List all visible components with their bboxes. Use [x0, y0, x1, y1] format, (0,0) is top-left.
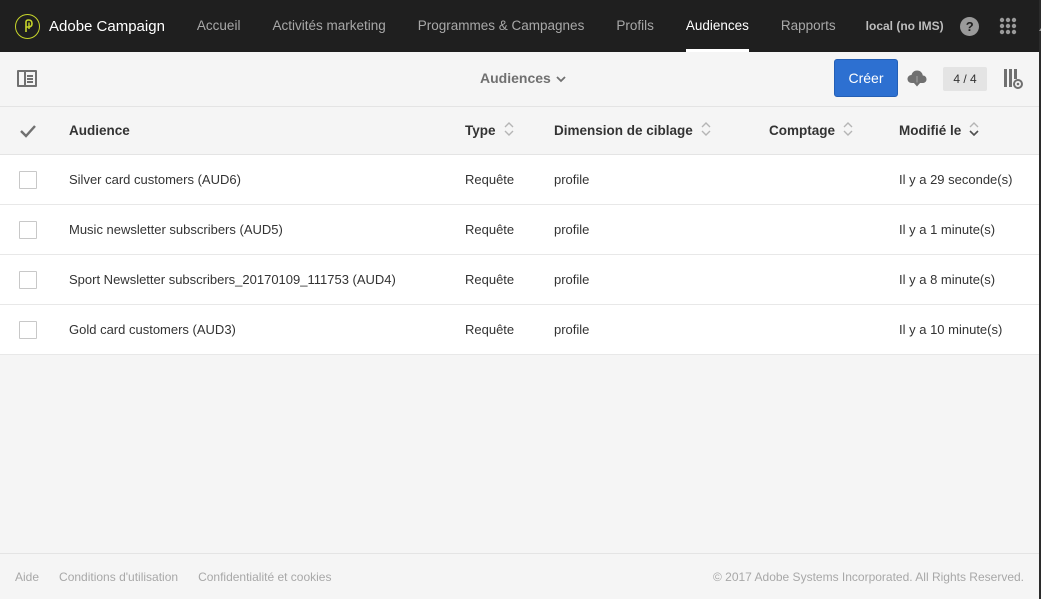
cell-type: Requête [465, 222, 515, 237]
column-header-count[interactable]: Comptage [769, 122, 899, 139]
cell-dimension: profile [554, 272, 590, 287]
help-icon[interactable]: ? [960, 16, 980, 36]
nav-item-audiences[interactable]: Audiences [670, 0, 765, 52]
cloud-download-icon[interactable] [906, 68, 928, 90]
cell-dimension: profile [554, 172, 590, 187]
column-label-type: Type [465, 123, 496, 138]
cell-modified: Il y a 1 minute(s) [899, 222, 996, 237]
sort-icon [701, 122, 711, 139]
toolbar: Audiences Créer 4 / 4 [0, 52, 1039, 107]
cell-modified: Il y a 10 minute(s) [899, 322, 1003, 337]
notification-bell-icon[interactable] [1036, 16, 1041, 36]
column-header-audience[interactable]: Audience [69, 123, 465, 138]
top-nav-bar: Adobe Campaign Accueil Activités marketi… [0, 0, 1041, 52]
cell-dimension: profile [554, 322, 590, 337]
row-checkbox[interactable] [19, 170, 37, 189]
sidebar-toggle-icon[interactable] [17, 70, 37, 87]
footer-link-conditions[interactable]: Conditions d'utilisation [59, 570, 178, 584]
view-selector[interactable]: Audiences [480, 70, 566, 86]
instance-label[interactable]: local (no IMS) [866, 19, 944, 33]
app-window: Adobe Campaign Accueil Activités marketi… [0, 0, 1041, 599]
row-checkbox[interactable] [19, 320, 37, 339]
cell-audience[interactable]: Sport Newsletter subscribers_20170109_11… [69, 272, 465, 287]
brand[interactable]: Adobe Campaign [15, 13, 165, 39]
nav-item-programmes-campagnes[interactable]: Programmes & Campagnes [402, 0, 601, 52]
nav-item-rapports[interactable]: Rapports [765, 0, 852, 52]
cell-type: Requête [465, 172, 515, 187]
copyright-text: © 2017 Adobe Systems Incorporated. All R… [712, 569, 1024, 584]
apps-grid-icon[interactable] [998, 16, 1018, 36]
row-select-cell [0, 220, 69, 239]
cell-modified: Il y a 29 seconde(s) [899, 172, 1013, 187]
nav-right-tools: local (no IMS) ? [866, 16, 1041, 36]
cell-dimension: profile [554, 222, 590, 237]
app-name: Adobe Campaign [49, 17, 165, 35]
cell-type: Requête [465, 272, 515, 287]
cell-audience[interactable]: Gold card customers (AUD3) [69, 322, 465, 337]
adobe-campaign-logo-icon [15, 13, 40, 39]
row-select-cell [0, 170, 69, 189]
column-header-dimension[interactable]: Dimension de ciblage [554, 122, 769, 139]
create-button[interactable]: Créer [834, 59, 898, 97]
nav-item-profils[interactable]: Profils [600, 0, 670, 52]
cell-audience[interactable]: Music newsletter subscribers (AUD5) [69, 222, 465, 237]
sort-icon [504, 122, 514, 139]
nav-item-activites-marketing[interactable]: Activités marketing [256, 0, 401, 52]
column-label-count: Comptage [769, 123, 836, 138]
help-glyph: ? [960, 16, 980, 36]
column-label-audience: Audience [69, 123, 130, 138]
table-row[interactable]: Gold card customers (AUD3) Requête profi… [0, 305, 1039, 355]
sort-icon [843, 122, 853, 139]
table-row[interactable]: Silver card customers (AUD6) Requête pro… [0, 155, 1039, 205]
row-select-cell [0, 270, 69, 289]
main-nav: Accueil Activités marketing Programmes &… [181, 0, 852, 52]
row-checkbox[interactable] [19, 270, 37, 289]
audience-table: Audience Type Dimension de ciblage Compt… [0, 107, 1039, 355]
footer: Aide Conditions d'utilisation Confidenti… [0, 553, 1039, 599]
row-checkbox[interactable] [19, 220, 37, 239]
table-row[interactable]: Music newsletter subscribers (AUD5) Requ… [0, 205, 1039, 255]
column-label-modified: Modifié le [899, 123, 962, 138]
view-title: Audiences [480, 70, 551, 86]
column-label-dimension: Dimension de ciblage [554, 123, 693, 138]
select-all-cell [0, 123, 69, 139]
chevron-down-icon [556, 70, 566, 86]
table-row[interactable]: Sport Newsletter subscribers_20170109_11… [0, 255, 1039, 305]
footer-link-aide[interactable]: Aide [15, 570, 39, 584]
record-count-badge: 4 / 4 [943, 67, 987, 91]
cell-modified: Il y a 8 minute(s) [899, 272, 996, 287]
row-select-cell [0, 320, 69, 339]
column-settings-icon[interactable] [1003, 68, 1023, 90]
cell-type: Requête [465, 322, 515, 337]
table-header: Audience Type Dimension de ciblage Compt… [0, 107, 1039, 155]
select-all-check-icon[interactable] [19, 123, 37, 139]
sort-descending-icon [969, 122, 979, 139]
column-header-type[interactable]: Type [465, 122, 554, 139]
nav-item-accueil[interactable]: Accueil [181, 0, 257, 52]
footer-link-confidentialite[interactable]: Confidentialité et cookies [198, 570, 331, 584]
column-header-modified[interactable]: Modifié le [899, 122, 1039, 139]
cell-audience[interactable]: Silver card customers (AUD6) [69, 172, 465, 187]
